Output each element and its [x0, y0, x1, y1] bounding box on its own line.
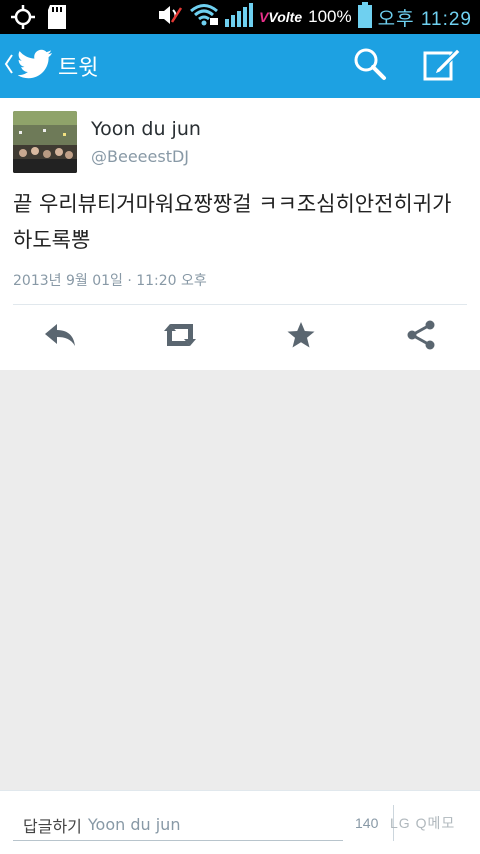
chevron-left-icon — [4, 53, 14, 79]
retweet-button[interactable] — [158, 317, 202, 357]
qmemo-watermark: LG Q메모 — [390, 815, 456, 831]
compose-button[interactable] — [420, 44, 464, 88]
reply-prefix: 답글하기 — [23, 816, 82, 836]
char-count: 140 — [355, 815, 379, 831]
twitter-bird-icon — [17, 49, 54, 83]
clock: 오후 11:29 — [377, 8, 472, 30]
tweet-text: 끝 우리뷰티거마워요짱짱걸 ㅋㅋ조심히안전히귀가하도록뽕 — [13, 192, 452, 252]
star-icon — [286, 321, 316, 353]
mute-icon — [157, 4, 183, 30]
compose-icon — [423, 47, 461, 85]
wifi-icon — [189, 3, 219, 31]
search-button[interactable] — [348, 44, 392, 88]
author-handle[interactable]: @BeeeestDJ — [91, 147, 189, 166]
empty-area — [0, 370, 480, 790]
share-button[interactable] — [399, 317, 443, 357]
back-button[interactable]: 트윗 — [0, 34, 110, 98]
favorite-button[interactable] — [279, 317, 323, 357]
avatar[interactable] — [13, 111, 77, 173]
gps-icon — [10, 4, 36, 34]
search-icon — [353, 47, 387, 85]
battery-percent: 100% — [308, 7, 352, 26]
status-bar: VVolte 100% 오후 11:29 — [0, 0, 480, 34]
reply-input[interactable]: 답글하기 Yoon du jun — [13, 809, 343, 841]
reply-recipient: Yoon du jun — [87, 815, 181, 834]
reply-button[interactable] — [38, 317, 82, 357]
share-icon — [405, 319, 437, 355]
signal-icon — [225, 3, 254, 31]
author-name[interactable]: Yoon du jun — [91, 118, 201, 140]
reply-icon — [43, 322, 77, 352]
tweet-actions — [0, 305, 480, 370]
battery-icon — [357, 2, 372, 32]
tweet-card: Yoon du jun @BeeeestDJ 끝 우리뷰티거마워요짱짱걸 ㅋㅋ조… — [0, 98, 480, 370]
action-bar: 트윗 — [0, 34, 480, 98]
tweet-timestamp: 2013년 9월 01일 · 11:20 오후 — [13, 273, 207, 289]
retweet-icon — [160, 321, 200, 353]
reply-bar: 답글하기 Yoon du jun 140 LG Q메모 — [0, 790, 480, 854]
sd-card-icon — [48, 5, 66, 33]
screen-title: 트윗 — [58, 56, 99, 81]
volte-indicator: VVolte — [259, 9, 303, 25]
